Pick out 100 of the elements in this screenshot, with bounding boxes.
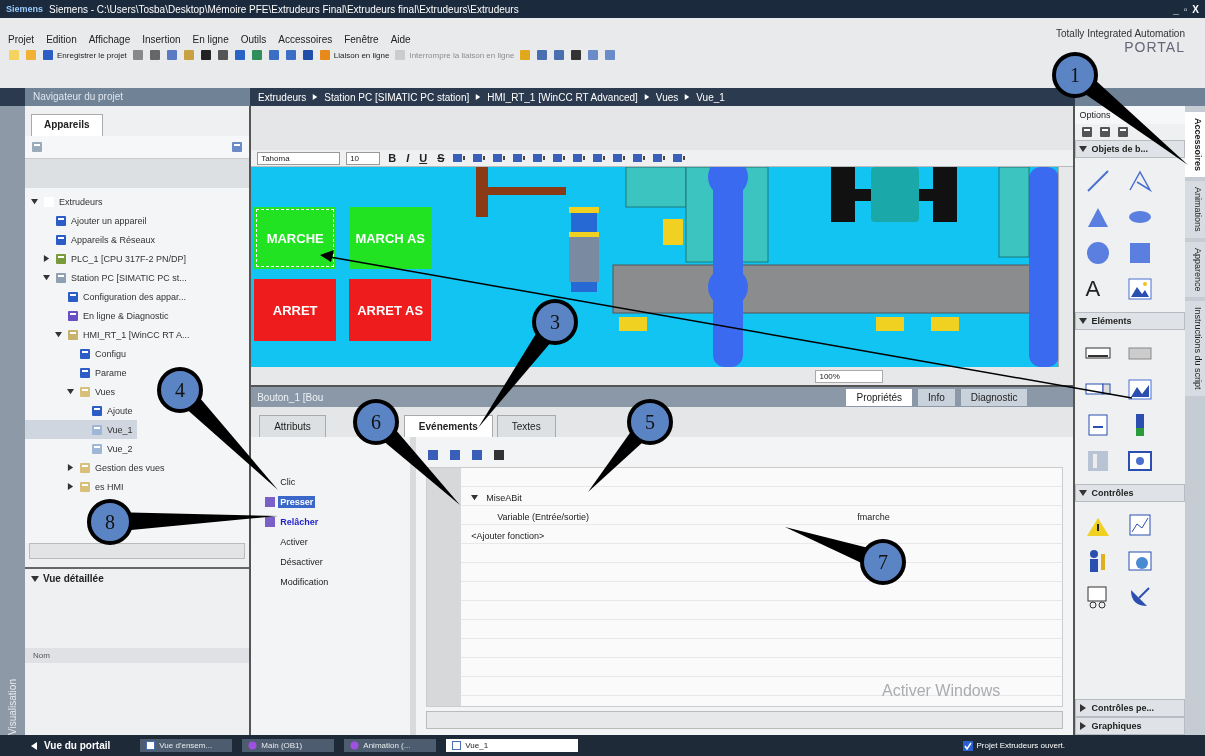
tree-item[interactable]: PLC_1 [CPU 317F-2 PN/DP]	[24, 249, 190, 268]
event-item[interactable]: Modification	[278, 575, 331, 588]
window-control[interactable]: _	[1173, 3, 1179, 15]
section-header[interactable]: Contrôles pe...	[1075, 699, 1186, 717]
format-button[interactable]: S	[435, 152, 447, 164]
menu-item[interactable]: Aide	[390, 34, 411, 45]
tree-item[interactable]: Appareils & Réseaux	[24, 230, 159, 249]
caret-icon[interactable]	[42, 274, 50, 281]
parameter-value[interactable]: fmarche	[857, 511, 890, 522]
font-field[interactable]: Tahoma	[257, 151, 341, 165]
hmi-button[interactable]: ARRET AS	[349, 279, 432, 341]
separator-icon[interactable]	[312, 94, 319, 100]
menu-item[interactable]: Affichage	[88, 34, 131, 45]
caret-icon[interactable]	[1079, 489, 1088, 497]
format-button[interactable]: U	[417, 152, 430, 164]
taskbar-item[interactable]: Main (OB1)	[242, 739, 335, 752]
menu-item[interactable]: Edition	[46, 34, 77, 45]
tree-item[interactable]: En ligne & Diagnostic	[24, 306, 173, 325]
separator-icon[interactable]	[643, 94, 650, 100]
tree-item[interactable]: Configuration des appar...	[24, 287, 190, 306]
graphic-io-icon[interactable]	[1127, 376, 1154, 402]
image-icon[interactable]	[1127, 276, 1154, 302]
devices-tab[interactable]: Appareils	[30, 114, 103, 136]
properties-tab[interactable]: Attributs	[259, 415, 326, 437]
menu-item[interactable]: Insertion	[142, 34, 181, 45]
separator-icon[interactable]	[475, 94, 482, 100]
breadcrumb-item[interactable]: Extrudeurs	[258, 91, 307, 103]
caret-icon[interactable]	[1079, 704, 1088, 712]
breadcrumb-item[interactable]: HMI_RT_1 [WinCC RT Advanced]	[487, 91, 638, 103]
menu-item[interactable]: Projet	[8, 34, 35, 45]
toolbar-button[interactable]: Enregistrer le projet	[42, 49, 127, 61]
properties-tab[interactable]: Textes	[496, 415, 556, 437]
section-header[interactable]: Contrôles	[1075, 484, 1186, 502]
section-header[interactable]: Objets de b...	[1075, 140, 1186, 158]
back-arrow-icon[interactable]	[30, 741, 38, 750]
caret-icon[interactable]	[66, 388, 74, 395]
breadcrumb-item[interactable]: Vue_1	[696, 91, 725, 103]
taskbar-item[interactable]: Animation (...	[344, 739, 437, 752]
portal-view-button[interactable]: Vue du portail	[30, 740, 131, 751]
caret-icon[interactable]	[66, 483, 74, 490]
browser-icon[interactable]	[1127, 548, 1154, 574]
inspector-tab[interactable]: Propriétés	[846, 388, 913, 406]
tree-item[interactable]: Station PC [SIMATIC PC st...	[24, 268, 191, 287]
line-icon[interactable]	[1085, 168, 1112, 194]
event-item[interactable]: Relâcher	[278, 515, 321, 528]
event-item[interactable]: Désactiver	[278, 555, 325, 568]
inspector-tab[interactable]: Diagnostic	[960, 388, 1028, 406]
tree-item[interactable]: Extrudeurs	[24, 192, 107, 211]
caret-icon[interactable]	[1079, 722, 1088, 730]
menu-item[interactable]: Fenêtre	[344, 34, 379, 45]
tree-item[interactable]: Gestion des vues	[24, 458, 169, 477]
caret-icon[interactable]	[30, 574, 39, 583]
menu-item[interactable]: Accessoires	[278, 34, 333, 45]
event-item[interactable]: Clic	[278, 475, 298, 488]
window-control[interactable]: ▫	[1183, 3, 1188, 15]
side-tab[interactable]: Instructions du script	[1185, 301, 1205, 396]
caret-icon[interactable]	[1079, 145, 1088, 153]
caret-icon[interactable]	[66, 464, 74, 471]
taskbar-item[interactable]: Vue_1	[446, 739, 579, 752]
window-control[interactable]: X	[1192, 3, 1199, 15]
hmi-button[interactable]: ARRET	[254, 279, 337, 341]
tree-item[interactable]: es HMI	[24, 477, 128, 496]
text-field-tool[interactable]: A	[1085, 276, 1114, 302]
size-field[interactable]: 10	[346, 151, 381, 165]
breadcrumb-item[interactable]: Station PC [SIMATIC PC station]	[324, 91, 470, 103]
caret-icon[interactable]	[30, 198, 38, 205]
tree-item[interactable]: Ajoute	[24, 401, 137, 420]
section-header[interactable]: Vue détaillée	[24, 569, 110, 588]
menu-item[interactable]: En ligne	[192, 34, 229, 45]
side-tab[interactable]: Accessoires	[1185, 112, 1205, 178]
circle-icon[interactable]	[1085, 240, 1112, 266]
separator-icon[interactable]	[684, 94, 691, 100]
tree-item[interactable]: Vue_1	[24, 420, 137, 439]
add-function-link[interactable]: <Ajouter fonction>	[471, 530, 545, 541]
tree-item[interactable]: HMI_RT_1 [WinCC RT A...	[24, 325, 194, 344]
scrollbar[interactable]	[28, 543, 246, 559]
format-button[interactable]: I	[404, 152, 412, 164]
tree-item[interactable]: Configu	[24, 344, 130, 363]
trend-view-icon[interactable]	[1127, 512, 1154, 538]
event-item[interactable]: Activer	[278, 535, 310, 548]
symbol-library-icon[interactable]	[1127, 448, 1154, 474]
toolbar-button[interactable]: Liaison en ligne	[318, 49, 390, 61]
caret-icon[interactable]	[471, 494, 479, 501]
inspector-tab[interactable]: Info	[918, 388, 955, 406]
tree-item[interactable]: Vues	[24, 382, 120, 401]
format-button[interactable]: B	[386, 152, 399, 164]
polyline-icon[interactable]	[1127, 168, 1154, 194]
tree-item[interactable]: Ajouter un appareil	[24, 211, 151, 230]
caret-icon[interactable]	[42, 255, 50, 262]
side-tab[interactable]: Animations	[1185, 181, 1205, 238]
menu-item[interactable]: Outils	[240, 34, 267, 45]
tree-item[interactable]: Vue_2	[24, 439, 137, 458]
tree-item[interactable]: Parame	[24, 363, 131, 382]
side-tab[interactable]: Apparence	[1185, 241, 1205, 298]
section-header[interactable]: Graphiques	[1075, 717, 1186, 735]
caret-icon[interactable]	[54, 331, 62, 338]
event-item[interactable]: Presser	[278, 495, 316, 508]
scrollbar[interactable]	[426, 711, 1064, 729]
zoom-field[interactable]: 100%	[815, 369, 884, 383]
breadcrumb-item[interactable]: Vues	[655, 91, 679, 103]
